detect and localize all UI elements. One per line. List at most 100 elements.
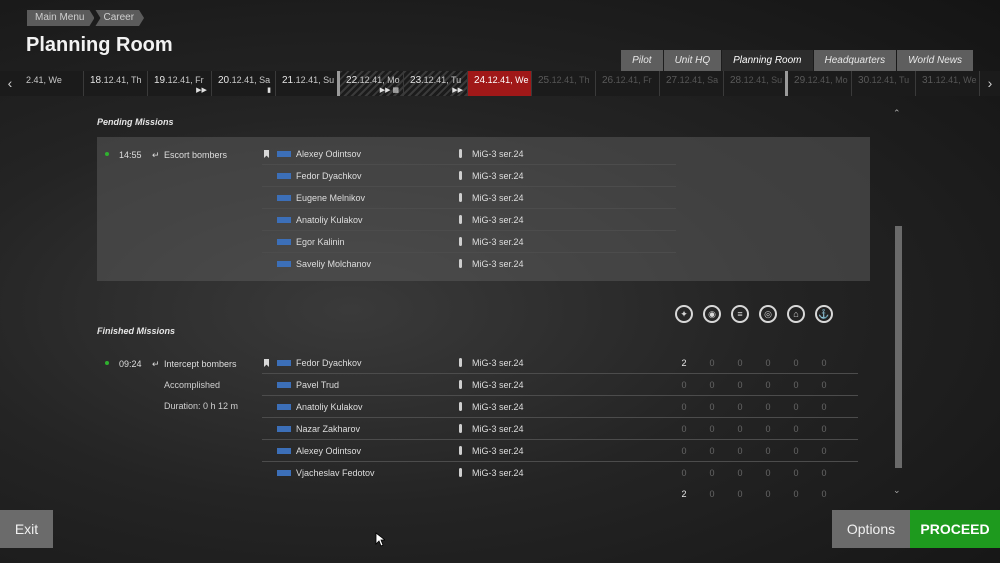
- finished-mission-time: 09:24: [119, 359, 142, 369]
- plane-name: MiG-3 ser.24: [472, 424, 524, 434]
- totals-row: 2 0 0 0 0 0: [677, 489, 837, 501]
- scrollbar-thumb[interactable]: [895, 226, 902, 468]
- unit-flag-icon: [277, 404, 291, 410]
- proceed-button[interactable]: PROCEED: [910, 510, 1000, 548]
- plane-name: MiG-3 ser.24: [472, 259, 524, 269]
- plane-condition-icon: [459, 446, 462, 455]
- pending-missions-title: Pending Missions: [97, 117, 174, 127]
- options-button[interactable]: Options: [832, 510, 910, 548]
- plane-name: MiG-3 ser.24: [472, 468, 524, 478]
- stat-value: 0: [709, 358, 715, 368]
- finished-pilot-row[interactable]: Pavel Trud MiG-3 ser.24 0 0 0 0 0 0: [262, 374, 858, 396]
- stat-value: 0: [821, 424, 827, 434]
- stat-value: 0: [681, 402, 687, 412]
- escort-icon: ↵: [152, 150, 160, 160]
- unit-flag-icon: [277, 426, 291, 432]
- plane-condition-icon: [459, 380, 462, 389]
- pilot-name: Pavel Trud: [296, 380, 340, 390]
- stat-value: 0: [737, 446, 743, 456]
- timeline-day[interactable]: 18.12.41, Th: [84, 71, 148, 96]
- calendar-icon: ▶▶ ▦: [379, 87, 400, 94]
- timeline-day[interactable]: 31.12.41, We: [916, 71, 980, 96]
- plane-name: MiG-3 ser.24: [472, 380, 524, 390]
- tab-unit-hq[interactable]: Unit HQ: [663, 50, 722, 71]
- timeline-day[interactable]: 19.12.41, Fr ▶▶: [148, 71, 212, 96]
- plane-name: MiG-3 ser.24: [472, 446, 524, 456]
- exit-button[interactable]: Exit: [0, 510, 53, 548]
- timeline-day[interactable]: 29.12.41, Mo: [788, 71, 853, 96]
- stat-value: 2: [681, 358, 687, 368]
- stat-value: 0: [821, 380, 827, 390]
- pending-pilot-row[interactable]: Anatoliy Kulakov MiG-3 ser.24: [262, 209, 676, 231]
- tab-pilot[interactable]: Pilot: [621, 50, 663, 71]
- bookmark-icon: [264, 359, 269, 367]
- pilot-name: Eugene Melnikov: [296, 193, 366, 203]
- timeline-day-current[interactable]: 24.12.41, We: [468, 71, 532, 96]
- total-value: 0: [821, 489, 827, 499]
- stat-value: 0: [709, 402, 715, 412]
- timeline-prev-icon[interactable]: ‹: [0, 71, 20, 96]
- pending-mission-name[interactable]: Escort bombers: [164, 150, 227, 160]
- unit-flag-icon: [277, 448, 291, 454]
- timeline-day[interactable]: 21.12.41, Su: [276, 71, 341, 96]
- finished-pilot-row[interactable]: Vjacheslav Fedotov MiG-3 ser.24 0 0 0 0 …: [262, 462, 858, 484]
- stat-value: 0: [709, 380, 715, 390]
- unit-flag-icon: [277, 173, 291, 179]
- timeline-day[interactable]: 2.41, We: [20, 71, 84, 96]
- breadcrumb-main-menu[interactable]: Main Menu: [27, 10, 94, 26]
- pilot-name: Egor Kalinin: [296, 237, 345, 247]
- pending-pilot-row[interactable]: Saveliy Molchanov MiG-3 ser.24: [262, 253, 676, 275]
- timeline-next-icon[interactable]: ›: [980, 71, 1000, 96]
- stat-value: 0: [737, 424, 743, 434]
- stat-value: 0: [793, 380, 799, 390]
- finished-pilot-row[interactable]: Fedor Dyachkov MiG-3 ser.24 2 0 0 0 0 0: [262, 352, 858, 374]
- finished-pilot-row[interactable]: Nazar Zakharov MiG-3 ser.24 0 0 0 0 0 0: [262, 418, 858, 440]
- timeline-day[interactable]: 28.12.41, Su: [724, 71, 789, 96]
- plane-condition-icon: [459, 424, 462, 433]
- stat-value: 0: [681, 446, 687, 456]
- stat-value: 0: [709, 424, 715, 434]
- pilot-name: Saveliy Molchanov: [296, 259, 372, 269]
- pending-pilot-row[interactable]: Egor Kalinin MiG-3 ser.24: [262, 231, 676, 253]
- stat-value: 0: [709, 468, 715, 478]
- stat-value: 0: [737, 380, 743, 390]
- finished-missions-title: Finished Missions: [97, 326, 176, 336]
- finished-pilot-row[interactable]: Anatoliy Kulakov MiG-3 ser.24 0 0 0 0 0 …: [262, 396, 858, 418]
- pilot-name: Alexey Odintsov: [296, 149, 362, 159]
- stat-value: 0: [793, 358, 799, 368]
- stat-value: 0: [737, 402, 743, 412]
- scroll-down-icon[interactable]: ⌄: [893, 485, 901, 496]
- timeline-day[interactable]: 25.12.41, Th: [532, 71, 596, 96]
- unit-flag-icon: [277, 360, 291, 366]
- breadcrumb-career[interactable]: Career: [95, 10, 144, 26]
- finished-pilot-row[interactable]: Alexey Odintsov MiG-3 ser.24 0 0 0 0 0 0: [262, 440, 858, 462]
- plane-condition-icon: [459, 402, 462, 411]
- stat-value: 0: [681, 380, 687, 390]
- timeline-day[interactable]: 22.12.41, Mo ▶▶ ▦: [340, 71, 405, 96]
- timeline-day[interactable]: 27.12.41, Sa: [660, 71, 724, 96]
- timeline-day[interactable]: 20.12.41, Sa ▮: [212, 71, 276, 96]
- tab-headquarters[interactable]: Headquarters: [813, 50, 897, 71]
- pending-pilot-row[interactable]: Eugene Melnikov MiG-3 ser.24: [262, 187, 676, 209]
- timeline-day[interactable]: 30.12.41, Tu: [852, 71, 916, 96]
- tab-world-news[interactable]: World News: [897, 50, 973, 71]
- timeline-day[interactable]: 26.12.41, Fr: [596, 71, 660, 96]
- plane-condition-icon: [459, 468, 462, 477]
- plane-condition-icon: [459, 358, 462, 367]
- stat-value: 0: [821, 446, 827, 456]
- plane-condition-icon: [459, 171, 462, 180]
- timeline-day[interactable]: 23.12.41, Tu ▶▶: [404, 71, 468, 96]
- finished-mission-name[interactable]: Intercept bombers: [164, 359, 237, 369]
- plane-name: MiG-3 ser.24: [472, 358, 524, 368]
- unit-flag-icon: [277, 382, 291, 388]
- pending-pilot-row[interactable]: Alexey Odintsov MiG-3 ser.24: [262, 143, 676, 165]
- pending-pilot-row[interactable]: Fedor Dyachkov MiG-3 ser.24: [262, 165, 676, 187]
- unit-flag-icon: [277, 195, 291, 201]
- stat-value: 0: [765, 424, 771, 434]
- tab-planning-room[interactable]: Planning Room: [722, 50, 813, 71]
- total-value: 0: [793, 489, 799, 499]
- unit-flag-icon: [277, 151, 291, 157]
- stat-value: 0: [793, 402, 799, 412]
- stat-value: 0: [765, 446, 771, 456]
- plane-condition-icon: [459, 259, 462, 268]
